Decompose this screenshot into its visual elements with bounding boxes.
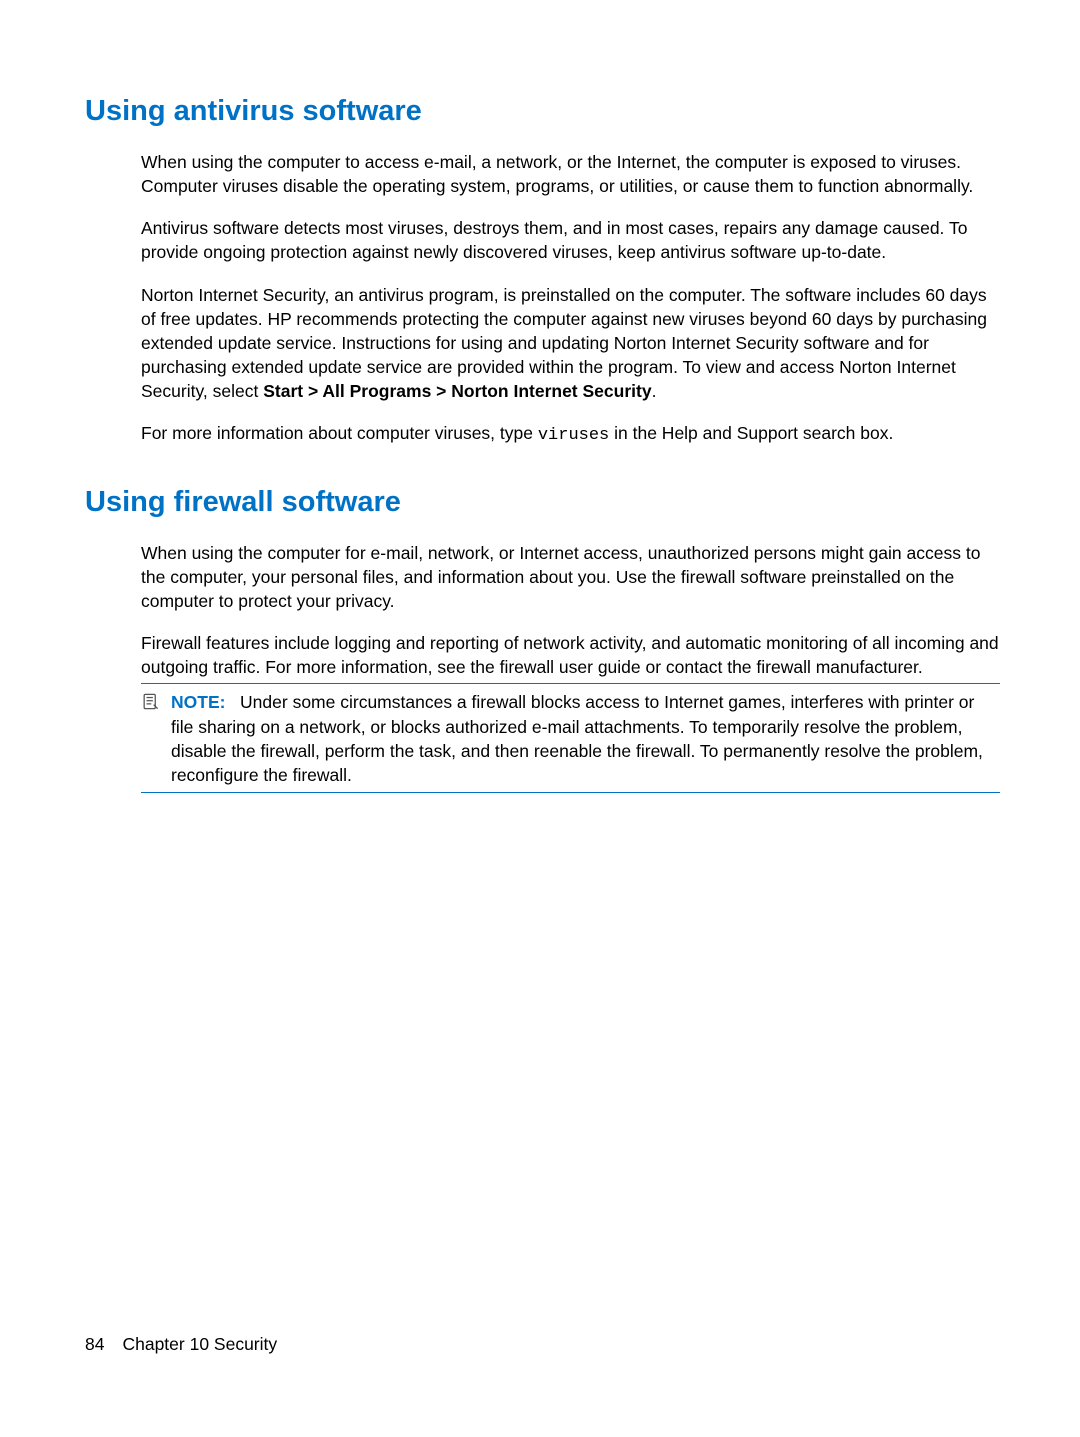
chapter-label: Chapter 10 Security <box>122 1334 277 1355</box>
section1-para4-post: in the Help and Support search box. <box>609 423 893 443</box>
section1-para2: Antivirus software detects most viruses,… <box>141 216 1000 264</box>
section2-para1: When using the computer for e-mail, netw… <box>141 541 1000 613</box>
section1-para4-code: viruses <box>538 426 609 445</box>
section1-heading: Using antivirus software <box>85 95 1000 128</box>
note-label: NOTE: <box>171 692 225 712</box>
section2-para2: Firewall features include logging and re… <box>141 631 1000 679</box>
note-text: NOTE: Under some circumstances a firewal… <box>171 690 1000 787</box>
section1-para4: For more information about computer viru… <box>141 421 1000 447</box>
section2-body: When using the computer for e-mail, netw… <box>85 541 1000 680</box>
section2-heading: Using firewall software <box>85 486 1000 519</box>
note-body: Under some circumstances a firewall bloc… <box>171 692 983 784</box>
note-box: NOTE: Under some circumstances a firewal… <box>141 683 1000 793</box>
section1-para3: Norton Internet Security, an antivirus p… <box>141 283 1000 404</box>
section1-body: When using the computer to access e-mail… <box>85 150 1000 448</box>
document-page: Using antivirus software When using the … <box>0 0 1080 853</box>
page-number: 84 <box>85 1334 104 1355</box>
section1-para3-post: . <box>652 381 657 401</box>
section1-para4-pre: For more information about computer viru… <box>141 423 538 443</box>
section1-para3-bold: Start > All Programs > Norton Internet S… <box>263 381 651 401</box>
section1-para1: When using the computer to access e-mail… <box>141 150 1000 198</box>
note-icon <box>141 692 161 716</box>
page-footer: 84 Chapter 10 Security <box>85 1334 277 1355</box>
